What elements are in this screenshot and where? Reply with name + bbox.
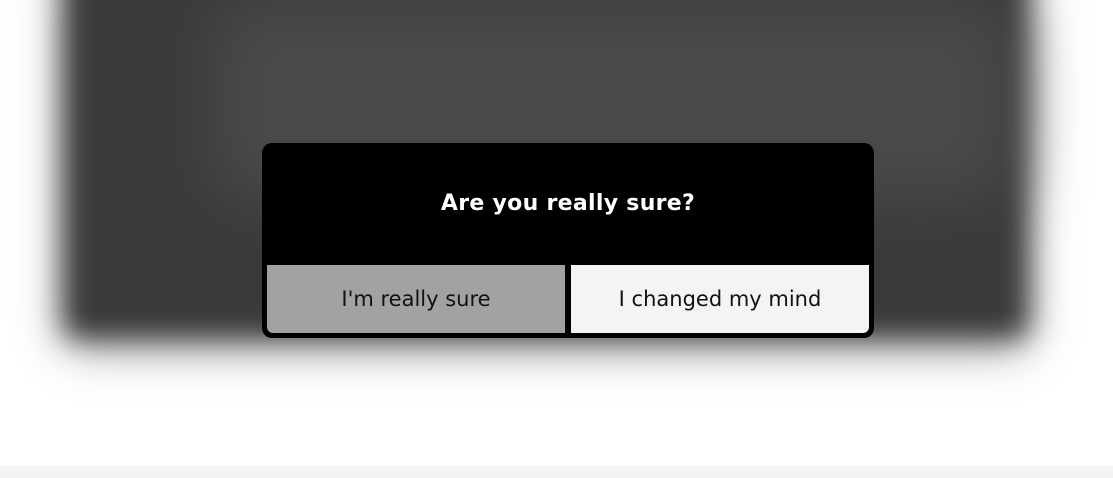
confirm-button[interactable]: I'm really sure	[267, 265, 565, 333]
screen: Are you really sure? I'm really sure I c…	[0, 0, 1113, 478]
dialog-title: Are you really sure?	[440, 190, 696, 216]
confirmation-dialog: Are you really sure? I'm really sure I c…	[262, 143, 874, 338]
cancel-button[interactable]: I changed my mind	[571, 265, 869, 333]
bottom-edge	[0, 466, 1113, 478]
